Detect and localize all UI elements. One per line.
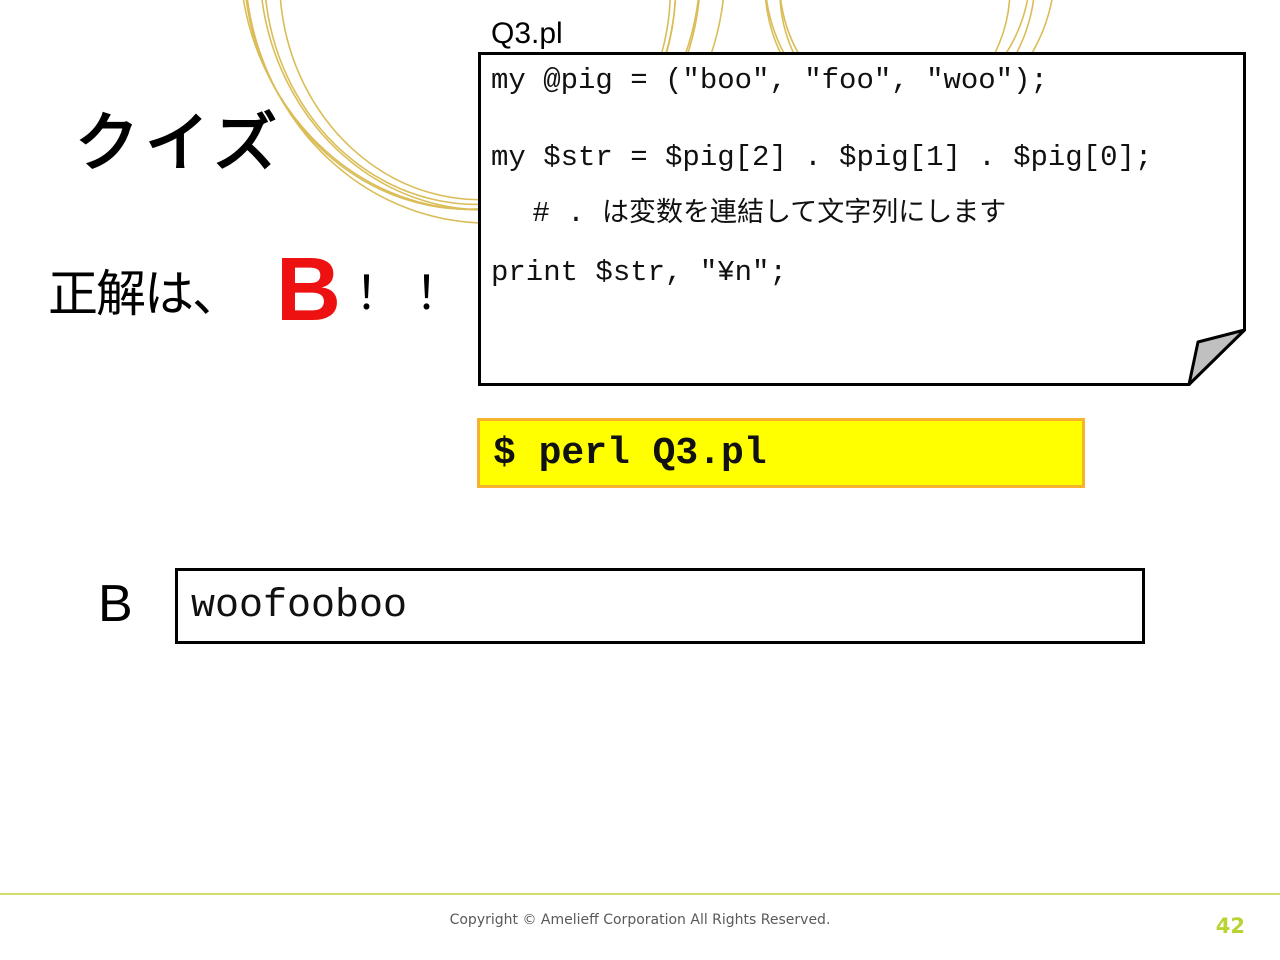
code-line-1: my @pig = ("boo", "foo", "woo"); [491, 64, 1048, 97]
footer-rule [0, 893, 1280, 895]
command-box: $ perl Q3.pl [477, 418, 1085, 488]
copyright-text: Copyright © Amelieff Corporation All Rig… [449, 912, 831, 928]
slide: クイズ 正解は、 B ！！ Q3.pl my @pig = ("boo", "f… [0, 0, 1280, 960]
option-value: woofooboo [191, 584, 408, 629]
answer-prefix: 正解は、 [48, 265, 242, 323]
code-filename: Q3.pl [491, 17, 563, 50]
code-comment: # . は変数を連結して文字列にします [491, 178, 1006, 251]
code-line-3: print $str, "¥n"; [491, 256, 787, 289]
command-text: $ perl Q3.pl [493, 432, 767, 475]
answer-line: 正解は、 B ！！ [48, 240, 475, 340]
option-label: B [98, 575, 133, 633]
page-number: 42 [1215, 914, 1245, 938]
code-comment-text: は変数を連結して文字列にします [602, 197, 1007, 229]
code-comment-prefix: # . [515, 197, 603, 231]
answer-letter: B [276, 240, 341, 340]
code-panel: my @pig = ("boo", "foo", "woo"); my $str… [478, 52, 1246, 386]
answer-suffix: ！！ [355, 266, 475, 320]
code-line-2: my $str = $pig[2] . $pig[1] . $pig[0]; [491, 141, 1153, 174]
slide-title: クイズ [75, 107, 284, 181]
option-box: woofooboo [175, 568, 1145, 644]
